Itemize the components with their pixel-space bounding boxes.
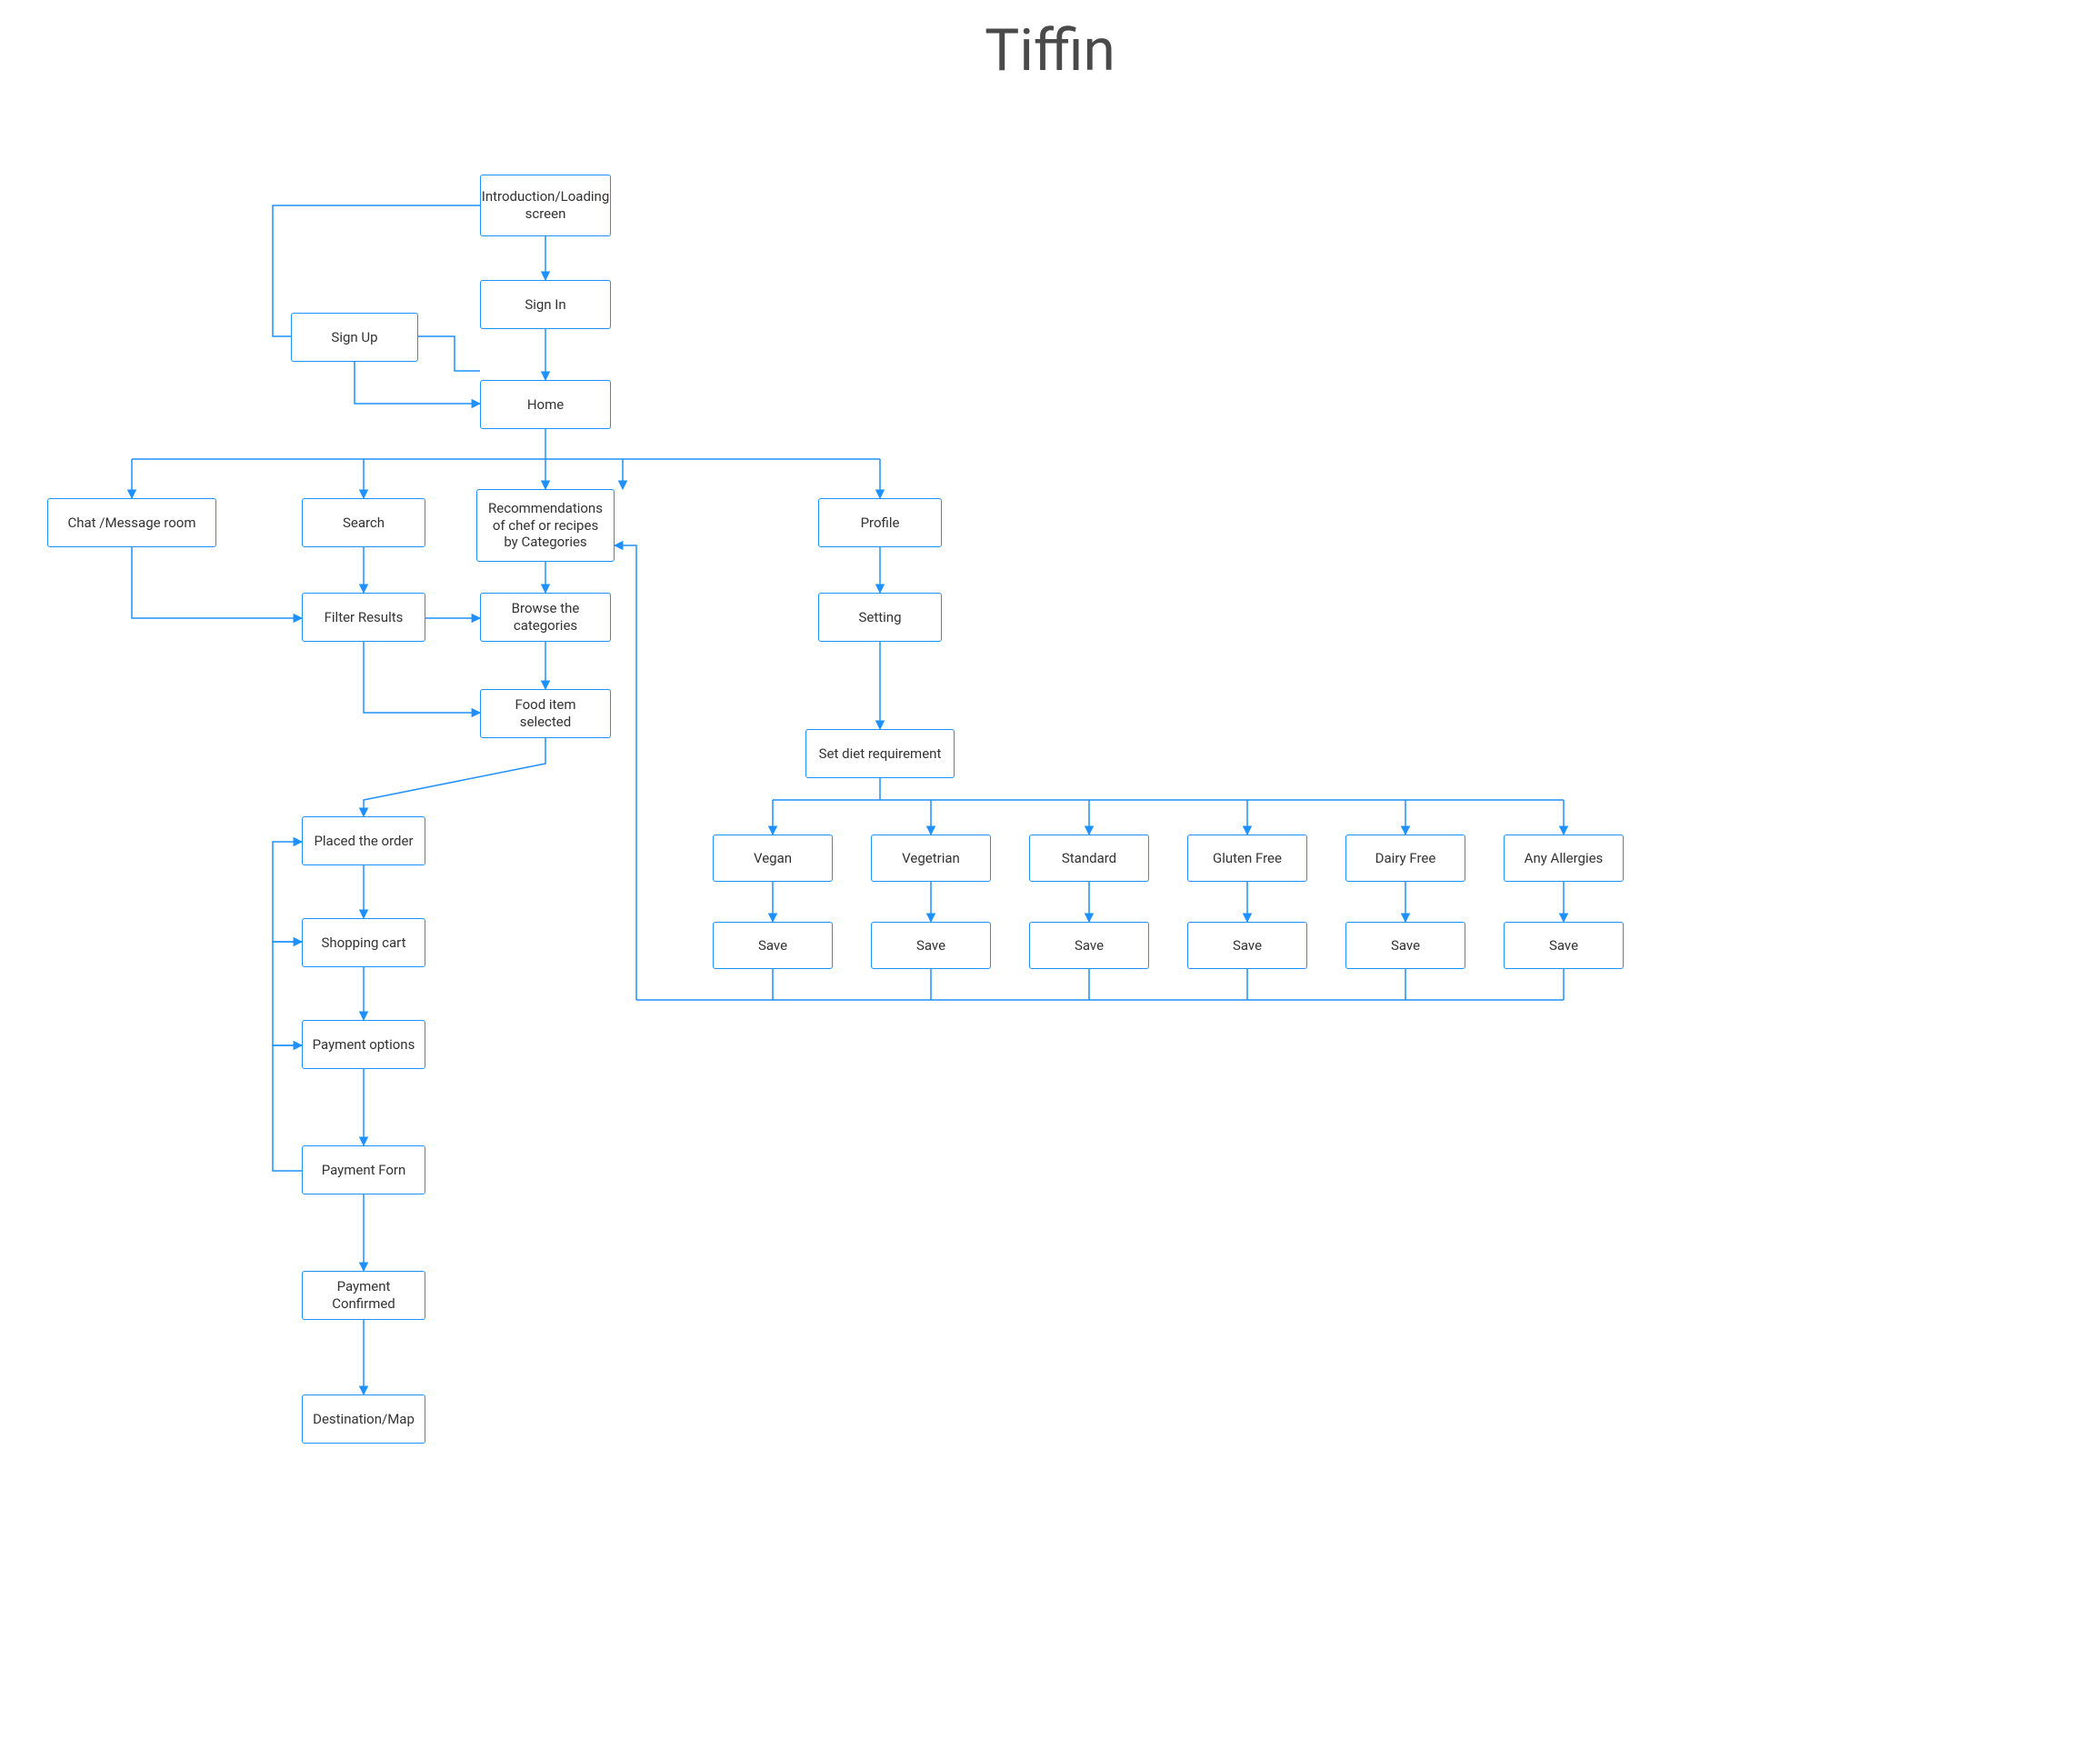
node-payment-confirmed: Payment Confirmed bbox=[302, 1271, 425, 1320]
node-recommendations: Recommendations of chef or recipes by Ca… bbox=[476, 489, 615, 562]
node-save-glutenfree: Save bbox=[1187, 922, 1307, 969]
node-signup: Sign Up bbox=[291, 313, 418, 362]
node-set-diet-requirement: Set diet requirement bbox=[805, 729, 955, 778]
node-setting: Setting bbox=[818, 593, 942, 642]
node-placed-order: Placed the order bbox=[302, 816, 425, 865]
node-diet-allergies: Any Allergies bbox=[1504, 835, 1624, 882]
node-profile: Profile bbox=[818, 498, 942, 547]
node-signin: Sign In bbox=[480, 280, 611, 329]
node-shopping-cart: Shopping cart bbox=[302, 918, 425, 967]
node-save-dairyfree: Save bbox=[1345, 922, 1465, 969]
node-chat: Chat /Message room bbox=[47, 498, 216, 547]
node-save-standard: Save bbox=[1029, 922, 1149, 969]
node-payment-options: Payment options bbox=[302, 1020, 425, 1069]
node-home: Home bbox=[480, 380, 611, 429]
node-diet-dairyfree: Dairy Free bbox=[1345, 835, 1465, 882]
flowchart-canvas: Tiffin bbox=[0, 0, 2100, 1759]
node-save-vegetrian: Save bbox=[871, 922, 991, 969]
node-save-vegan: Save bbox=[713, 922, 833, 969]
node-diet-vegetrian: Vegetrian bbox=[871, 835, 991, 882]
node-intro: Introduction/Loading screen bbox=[480, 175, 611, 236]
node-save-allergies: Save bbox=[1504, 922, 1624, 969]
node-browse-categories: Browse the categories bbox=[480, 593, 611, 642]
node-diet-glutenfree: Gluten Free bbox=[1187, 835, 1307, 882]
node-diet-standard: Standard bbox=[1029, 835, 1149, 882]
node-filter-results: Filter Results bbox=[302, 593, 425, 642]
node-payment-form: Payment Forn bbox=[302, 1145, 425, 1194]
node-food-item-selected: Food item selected bbox=[480, 689, 611, 738]
node-search: Search bbox=[302, 498, 425, 547]
diagram-title: Tiffin bbox=[0, 16, 2100, 85]
node-destination-map: Destination/Map bbox=[302, 1394, 425, 1444]
node-diet-vegan: Vegan bbox=[713, 835, 833, 882]
